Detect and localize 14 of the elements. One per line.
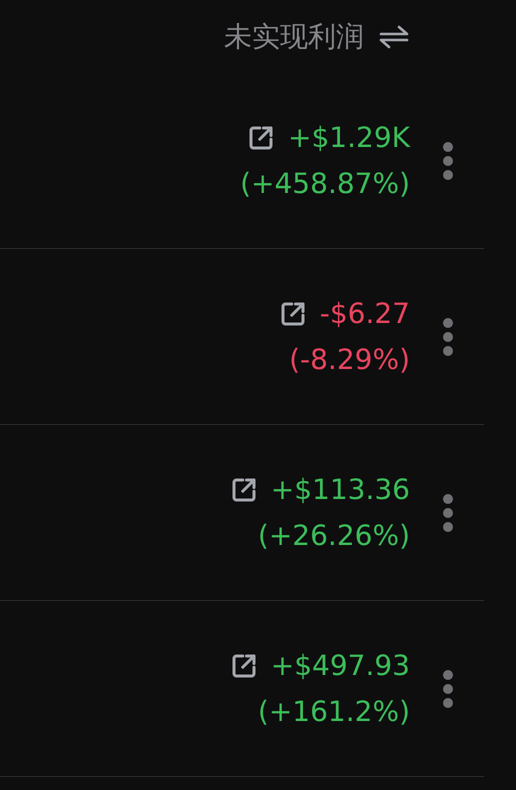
more-options-icon[interactable] — [442, 668, 454, 708]
more-options-icon[interactable] — [442, 140, 454, 180]
profit-amount: +$497.93 — [270, 648, 410, 684]
swap-icon[interactable] — [378, 24, 410, 50]
profit-percent: (+161.2%) — [258, 694, 410, 730]
profit-percent: (+26.26%) — [258, 518, 410, 554]
column-header: 未实现利润 — [224, 20, 364, 54]
more-options-icon[interactable] — [442, 492, 454, 532]
profit-percent: (-8.29%) — [289, 342, 410, 378]
profit-percent: (+458.87%) — [240, 166, 410, 202]
profit-amount: +$1.29K — [288, 120, 410, 156]
profit-amount: +$113.36 — [270, 472, 410, 508]
profit-amount: -$6.27 — [320, 296, 410, 332]
more-options-icon[interactable] — [442, 316, 454, 356]
